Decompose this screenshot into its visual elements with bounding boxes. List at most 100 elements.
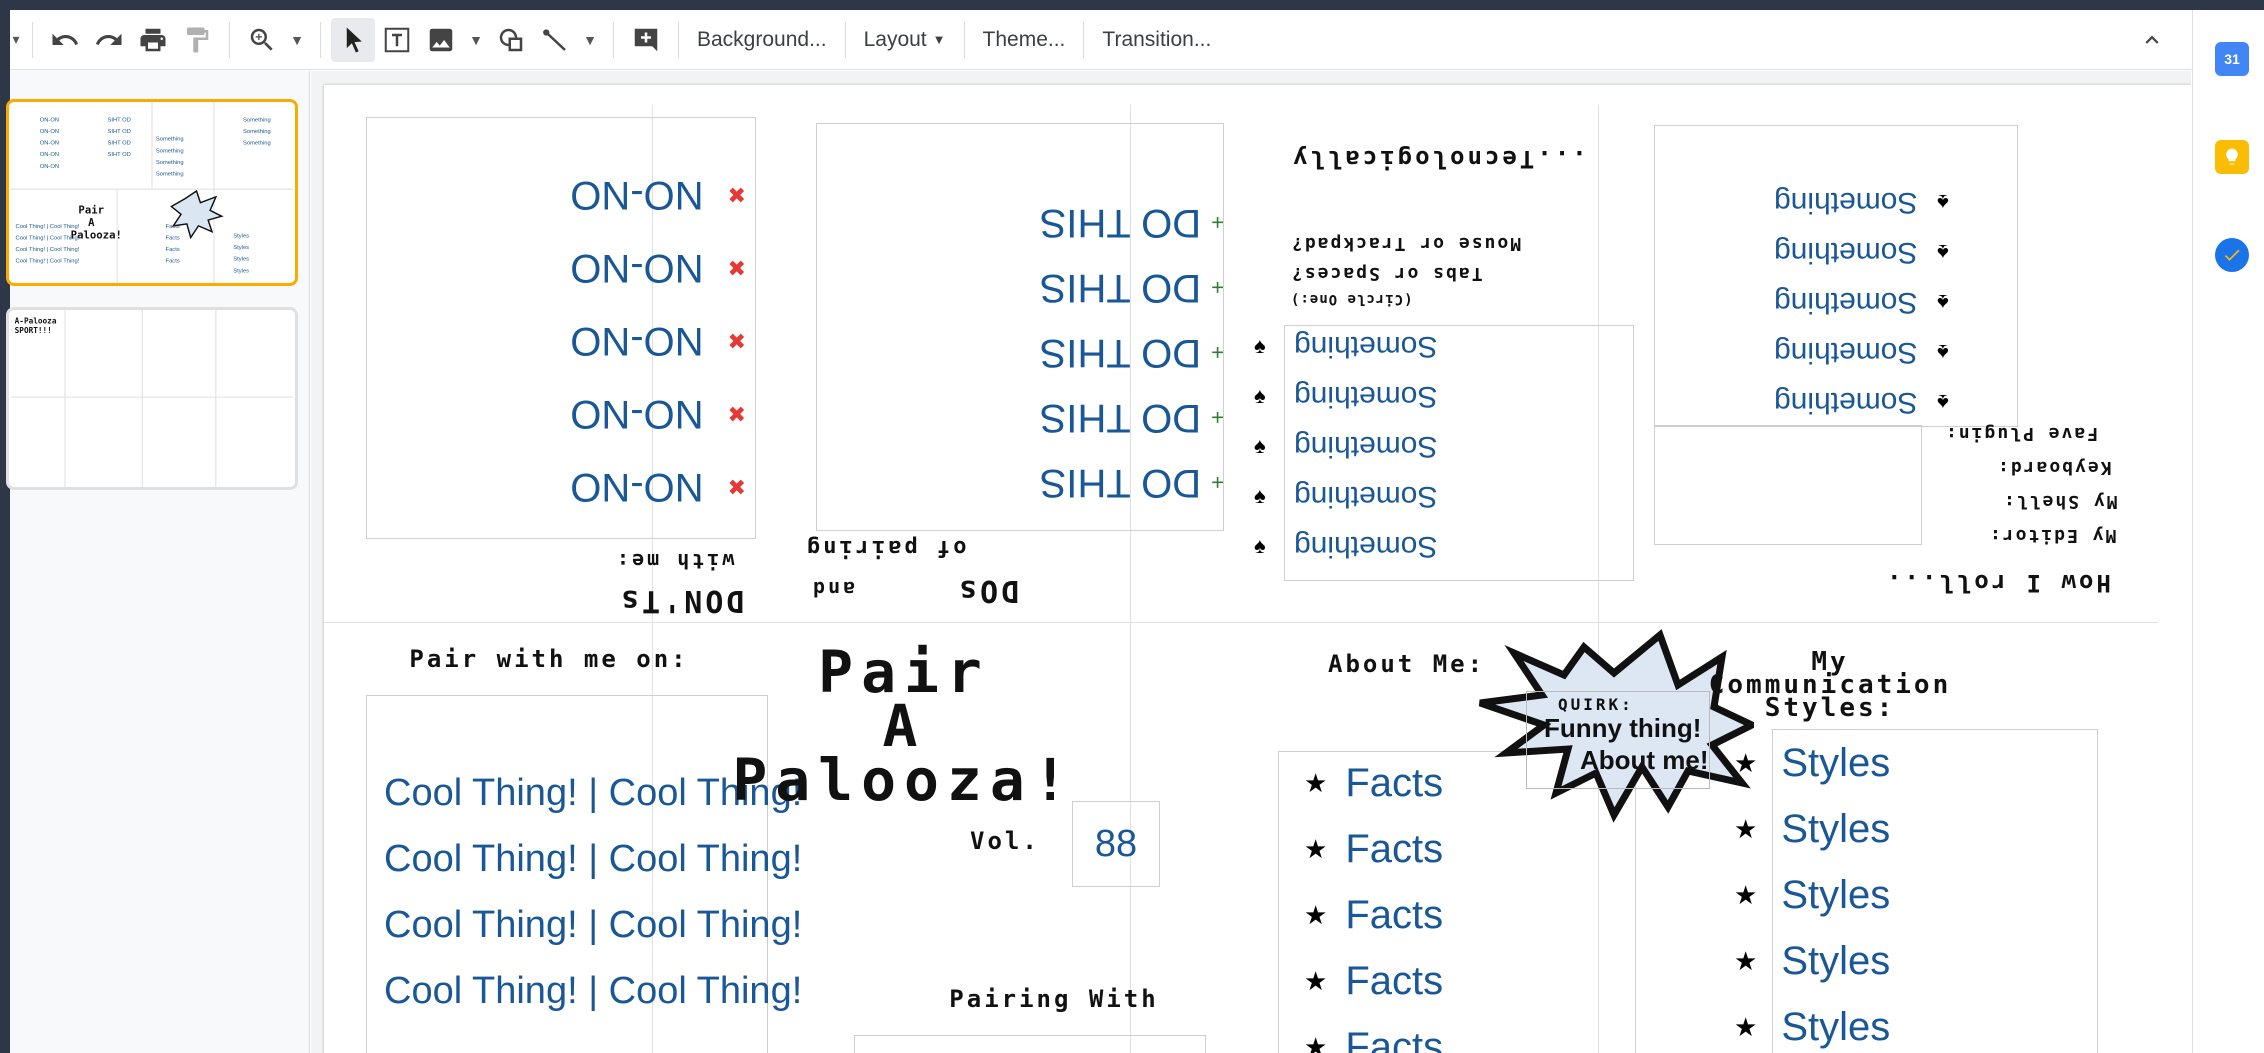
toolbar-divider [844, 21, 846, 58]
svg-text:Styles: Styles [233, 268, 249, 274]
redo-button[interactable] [87, 18, 131, 62]
add-comment-icon [634, 28, 658, 51]
dos-subtitle: of pairing [804, 535, 967, 560]
fact-item: Facts [1345, 761, 1444, 805]
svg-text:Something: Something [156, 160, 184, 166]
grid-divider [324, 622, 2158, 623]
palooza-line-1: Pair [818, 638, 990, 706]
cool-thing-item: Cool Thing! | Cool Thing! [384, 904, 803, 946]
fact-item: Facts [1345, 827, 1444, 871]
line-dropdown-caret-icon[interactable]: ▼ [577, 18, 603, 62]
slide-thumbnail-2[interactable]: A-Palooza SPORT!!! [6, 307, 298, 490]
calendar-label: 31 [2224, 51, 2240, 67]
donts-subtitle: with me: [614, 549, 735, 573]
star-icon: ★ [1304, 833, 1328, 864]
new-comment-button[interactable] [624, 18, 668, 62]
roll-item: Something [1774, 186, 1918, 219]
style-item: Styles [1781, 939, 1891, 983]
plus-mark-icon: + [1211, 470, 1224, 496]
print-icon [140, 28, 166, 51]
tech-question-2: Tabs or Spaces? [1290, 263, 1483, 284]
tech-title: ...Tecnologically [1290, 145, 1587, 173]
image-dropdown-caret-icon[interactable]: ▼ [463, 18, 489, 62]
star-icon: ★ [1734, 879, 1758, 910]
svg-text:Something: Something [156, 148, 184, 154]
svg-text:Something: Something [243, 117, 271, 123]
quirk-label: QUIRK: [1558, 695, 1634, 714]
x-mark-icon: ✖ [727, 474, 746, 500]
svg-text:Something: Something [156, 172, 184, 178]
tasks-icon[interactable] [2215, 238, 2249, 272]
insert-image-button[interactable] [419, 18, 463, 62]
star-icon: ★ [1734, 945, 1758, 976]
keep-icon[interactable] [2215, 140, 2249, 174]
fact-item: Facts [1345, 1025, 1444, 1053]
dos-title: DOs [956, 573, 1020, 608]
plus-mark-icon: + [1211, 340, 1224, 366]
svg-text:Cool Thing! | Cool Thing!: Cool Thing! | Cool Thing! [16, 259, 80, 265]
toolbar-divider [963, 21, 965, 58]
vol-label: Vol. [970, 827, 1040, 855]
zoom-dropdown-caret-icon[interactable]: ▼ [284, 18, 310, 62]
dont-item: NO-NO [570, 319, 704, 363]
spade-icon: ♠ [1937, 340, 1950, 365]
zoom-in-icon [250, 28, 273, 51]
undo-button[interactable] [43, 18, 87, 62]
slide-filmstrip: ON-ON ON-ON ON-ON ON-ON ON-ON SIHT OD SIHT OD… [6, 71, 310, 1053]
slide-thumbnail-1[interactable]: ON-ON ON-ON ON-ON ON-ON ON-ON SIHT OD SIHT OD… [6, 99, 298, 286]
star-icon: ★ [1304, 965, 1328, 996]
style-item: Styles [1781, 741, 1891, 785]
slide-canvas[interactable]: ✖ NO-NO ✖ NO-NO ✖ NO-NO ✖ NO-NO ✖ NO-NO with … [311, 71, 2191, 1053]
layout-button[interactable]: Layout ▼ [856, 18, 954, 62]
slide-thumbnail-preview: ON-ON ON-ON ON-ON ON-ON ON-ON SIHT OD SIHT OD… [10, 102, 294, 283]
style-item: Styles [1781, 1005, 1891, 1049]
svg-text:Something: Something [243, 141, 271, 147]
undo-icon [52, 33, 79, 45]
star-icon: ★ [1304, 767, 1328, 798]
paint-format-button[interactable] [175, 18, 219, 62]
line-button[interactable] [533, 18, 577, 62]
toolbar-divider [229, 21, 230, 58]
toolbar: ▾ ▼ ▼ ▼ Background... Layout ▼ Theme... … [10, 10, 2192, 70]
roll-list: Something ♠ Something ♠ Something ♠ Somethi… [1774, 185, 1949, 419]
theme-button[interactable]: Theme... [975, 18, 1074, 62]
toolbar-divider [678, 21, 679, 58]
star-icon: ★ [1734, 747, 1758, 778]
print-button[interactable] [131, 18, 175, 62]
do-item: DO THIS [1039, 461, 1202, 505]
shape-button[interactable] [489, 18, 533, 62]
roll-item: Something [1774, 386, 1918, 419]
background-button[interactable]: Background... [689, 18, 835, 62]
svg-text:ON-ON: ON-ON [40, 164, 59, 170]
select-tool-button[interactable] [331, 17, 375, 62]
donts-title: DON'Ts [618, 583, 745, 618]
chevron-up-icon [2145, 35, 2159, 44]
svg-text:A: A [88, 216, 95, 229]
lightbulb-icon [2226, 148, 2238, 165]
collapse-toolbar-button[interactable] [2132, 20, 2172, 60]
roll-item: Something [1774, 286, 1918, 319]
do-item: DO THIS [1039, 266, 1202, 310]
star-icon: ★ [1734, 813, 1758, 844]
svg-text:Facts: Facts [166, 235, 180, 241]
vol-number-box[interactable]: 88 [1072, 801, 1160, 887]
do-item: DO THIS [1039, 201, 1202, 245]
pairing-with-box[interactable] [854, 1035, 1206, 1053]
tech-item: Something [1293, 380, 1438, 413]
slide-thumbnail-preview: A-Palooza SPORT!!! [10, 310, 294, 487]
transition-button[interactable]: Transition... [1094, 18, 1219, 62]
menu-caret-icon[interactable]: ▾ [10, 18, 22, 62]
spade-icon: ♠ [1254, 333, 1266, 358]
redo-icon [95, 33, 122, 45]
svg-text:ON-ON: ON-ON [40, 129, 59, 135]
dos-list: + DO THIS + DO THIS + DO THIS + DO THIS + DO … [816, 123, 1224, 531]
svg-text:Cool Thing! | Cool Thing!: Cool Thing! | Cool Thing! [16, 247, 80, 253]
text-box-button[interactable] [375, 18, 419, 62]
zoom-button[interactable] [240, 18, 284, 62]
calendar-icon[interactable]: 31 [2215, 42, 2249, 76]
svg-text:A-Palooza: A-Palooza [15, 317, 57, 326]
svg-text:Facts: Facts [166, 247, 180, 253]
line-icon [543, 28, 566, 51]
paint-roller-icon [187, 27, 209, 52]
vol-number: 88 [1094, 822, 1138, 865]
